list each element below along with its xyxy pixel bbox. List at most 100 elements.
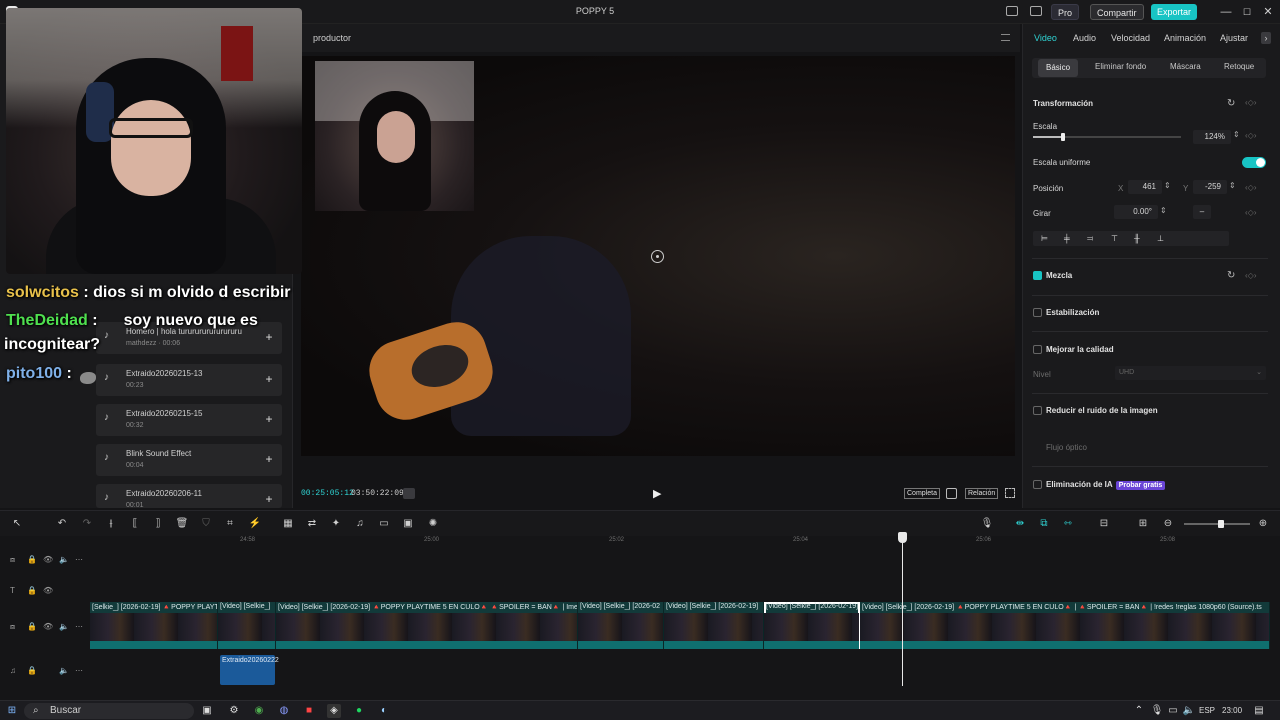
tab-video[interactable]: Video (1034, 33, 1057, 43)
full-quality-button[interactable]: Completa (904, 488, 940, 499)
scale-slider-handle[interactable] (1060, 133, 1065, 141)
subtab-retouch[interactable]: Retoque (1224, 62, 1254, 71)
stepper-icon[interactable]: ⇕ (1233, 130, 1240, 139)
more-icon[interactable]: ⋯ (75, 622, 83, 631)
subtab-remove-bg[interactable]: Eliminar fondo (1095, 62, 1146, 71)
split-right-icon[interactable]: ⟧ (151, 517, 165, 531)
maximize-button[interactable]: ☐ (1239, 4, 1255, 20)
zoom-slider-handle[interactable] (1218, 520, 1224, 528)
link-clips-icon[interactable]: ⇹ (1013, 517, 1027, 531)
task-view-icon[interactable]: ▣ (200, 704, 214, 718)
play-button[interactable]: ▶ (653, 487, 665, 501)
marker-icon[interactable]: ⛉ (199, 517, 213, 531)
eye-icon[interactable]: 👁 (43, 555, 53, 564)
keyframe-icon[interactable]: ‹◇› (1245, 271, 1256, 280)
export-button[interactable]: Exportar (1151, 4, 1198, 20)
effects-icon[interactable]: ✺ (426, 517, 440, 531)
tray-chevron-up-icon[interactable]: ⌃ (1132, 704, 1146, 718)
noise-reduction-checkbox[interactable] (1033, 406, 1042, 415)
audio-clip[interactable]: Extraido20260222 (220, 655, 279, 685)
timeline-clip[interactable]: [Video] [Selkie_] [2026-02 (578, 602, 664, 649)
stepper-icon[interactable]: ⇕ (1229, 181, 1236, 190)
more-icon[interactable]: ⋯ (75, 555, 83, 564)
stabilize-label[interactable]: Estabilización (1046, 308, 1099, 317)
app-icon[interactable]: ■ (302, 704, 316, 718)
speaker-icon[interactable]: 🔈 (59, 622, 69, 631)
align-center-icon[interactable]: ╪ (1064, 234, 1070, 243)
tab-speed[interactable]: Velocidad (1111, 33, 1150, 43)
stabilize-checkbox[interactable] (1033, 308, 1042, 317)
more-icon[interactable]: ⋯ (75, 666, 83, 675)
reset-icon[interactable]: ↻ (1227, 270, 1235, 281)
position-y-input[interactable]: -259 (1193, 180, 1227, 194)
keyframe-icon[interactable]: ‹◇› (1245, 131, 1256, 140)
clock[interactable]: 23:00 (1222, 706, 1242, 715)
timeline-clip[interactable]: [Video] [Selkie_] [2026-02-19] (664, 602, 764, 649)
timeline-clip[interactable]: [Video] [Selkie_] [2026-02-19] 🔺POPPY PL… (860, 602, 1270, 649)
keyframe-icon[interactable]: ‹◇› (1245, 208, 1256, 217)
add-media-button[interactable]: + (262, 492, 276, 506)
zoom-in-icon[interactable]: ⊕ (1256, 517, 1270, 531)
enhance-quality-checkbox[interactable] (1033, 345, 1042, 354)
playhead[interactable] (902, 536, 903, 686)
network-icon[interactable]: ▭ (1166, 704, 1180, 718)
stepper-icon[interactable]: ⇕ (1160, 206, 1167, 215)
tab-adjust[interactable]: Ajustar (1220, 33, 1248, 43)
picture-icon[interactable]: ▣ (401, 517, 415, 531)
reverse-icon[interactable]: ⇄ (305, 517, 319, 531)
microphone-icon[interactable]: 🎙 (980, 517, 994, 531)
audio-separate-icon[interactable]: ♫ (353, 517, 367, 531)
layout-icon[interactable] (1006, 6, 1018, 16)
align-bottom-icon[interactable]: ⊥ (1157, 234, 1164, 243)
select-tool-icon[interactable]: ↖ (10, 517, 24, 531)
transform-center-icon[interactable] (651, 250, 664, 263)
scale-input[interactable]: 124% (1193, 130, 1231, 144)
lock-icon[interactable]: 🔒 (27, 555, 37, 564)
reset-icon[interactable]: ↻ (1227, 98, 1235, 109)
settings-icon[interactable]: ⚙ (227, 704, 241, 718)
tab-animation[interactable]: Animación (1164, 33, 1206, 43)
position-x-input[interactable]: 461 (1128, 180, 1162, 194)
split-icon[interactable]: ⫲ (104, 517, 118, 531)
timeline-clip[interactable]: [Selkie_] [2026-02-19] 🔺POPPY PLAYTIM (90, 602, 218, 649)
rotate-input[interactable]: 0.00° (1114, 205, 1158, 219)
align-middle-icon[interactable]: ╫ (1134, 234, 1140, 243)
screenshot-icon[interactable] (946, 488, 957, 499)
redo-icon[interactable]: ↷ (80, 517, 94, 531)
uniform-scale-toggle[interactable] (1242, 157, 1266, 168)
transform-section-title[interactable]: Transformación (1033, 99, 1093, 108)
share-button[interactable]: Compartir (1090, 4, 1144, 20)
blend-label[interactable]: Mezcla (1046, 271, 1072, 280)
microphone-tray-icon[interactable]: 🎙 (1150, 704, 1164, 718)
ai-remove-row[interactable]: Eliminación de IA Probar gratis (1046, 480, 1166, 490)
timeline-clip[interactable]: [Video] [Selkie_] [2026-02-19] 🔺POPPY PL… (276, 602, 578, 649)
caption-icon[interactable]: ▭ (377, 517, 391, 531)
snap-icon[interactable]: ⇿ (1061, 517, 1075, 531)
enhance-quality-label[interactable]: Mejorar la calidad (1046, 345, 1114, 354)
preview-axis-icon[interactable]: ⊟ (1097, 517, 1111, 531)
minimize-button[interactable]: — (1218, 4, 1234, 20)
editor-app-icon[interactable]: ◈ (327, 704, 341, 718)
undo-icon[interactable]: ↶ (55, 517, 69, 531)
chevron-right-icon[interactable]: › (1261, 32, 1271, 44)
lock-icon[interactable]: 🔒 (27, 622, 37, 631)
lock-icon[interactable]: 🔒 (27, 666, 37, 675)
spotify-icon[interactable]: ● (352, 704, 366, 718)
lock-icon[interactable]: 🔒 (27, 586, 37, 595)
zoom-out-icon[interactable]: ⊖ (1161, 517, 1175, 531)
crop-icon[interactable]: ⌗ (223, 517, 237, 531)
shortcuts-icon[interactable] (1030, 6, 1042, 16)
noise-reduction-label[interactable]: Reducir el ruido de la imagen (1046, 406, 1158, 415)
notifications-icon[interactable]: ▤ (1252, 704, 1266, 718)
main-video-track[interactable]: [Selkie_] [2026-02-19] 🔺POPPY PLAYTIM [V… (90, 602, 1270, 649)
tab-audio[interactable]: Audio (1073, 33, 1096, 43)
media-item[interactable]: ♪ Blink Sound Effect 00:04 + (96, 444, 282, 476)
level-select[interactable]: UHD ⌄ (1115, 366, 1266, 380)
windows-start-icon[interactable]: ⊞ (5, 704, 19, 718)
align-top-icon[interactable]: ⊤ (1111, 234, 1118, 243)
fullscreen-icon[interactable] (1005, 488, 1015, 498)
language-indicator[interactable]: ESP (1199, 706, 1215, 715)
subtab-basic[interactable]: Básico (1038, 59, 1079, 77)
menu-icon[interactable] (1001, 34, 1010, 41)
fit-timeline-icon[interactable]: ⊞ (1136, 517, 1150, 531)
